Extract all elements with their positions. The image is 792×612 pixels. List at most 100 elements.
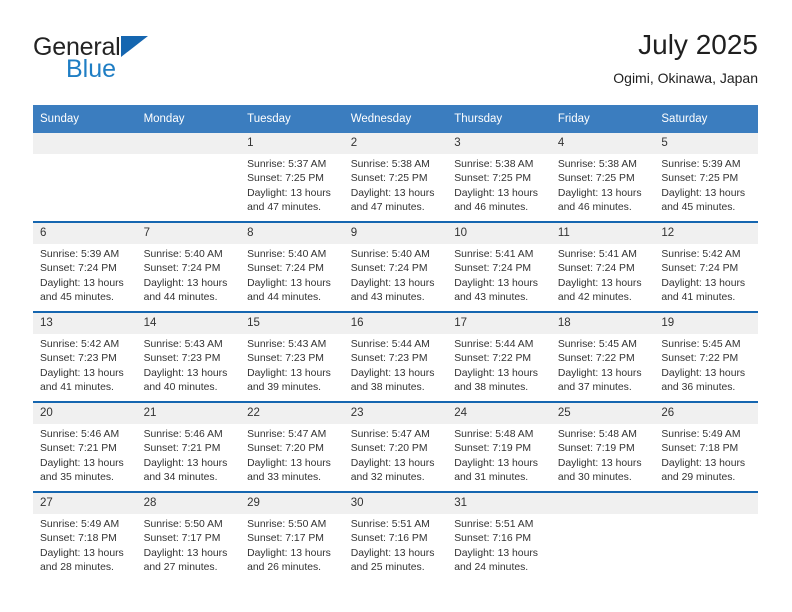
calendar-day-cell[interactable]: 27 Sunrise: 5:49 AM Sunset: 7:18 PM Dayligh…: [33, 491, 137, 581]
calendar-day-cell[interactable]: 17 Sunrise: 5:44 AM Sunset: 7:22 PM Dayligh…: [447, 311, 551, 402]
daylight-text: Daylight: 13 hours and 42 minutes.: [557, 277, 642, 304]
day-details: Sunrise: 5:44 AM Sunset: 7:23 PM Daylight:…: [344, 334, 448, 396]
sunset-text: Sunset: 7:23 PM: [143, 353, 221, 365]
day-details: Sunrise: 5:43 AM Sunset: 7:23 PM Daylight:…: [240, 334, 344, 396]
calendar-day-cell[interactable]: 20 Sunrise: 5:46 AM Sunset: 7:21 PM Dayligh…: [33, 401, 137, 492]
calendar-day-cell[interactable]: 8 Sunrise: 5:40 AM Sunset: 7:24 PM Daylight…: [240, 221, 344, 312]
day-details: Sunrise: 5:42 AM Sunset: 7:23 PM Daylight:…: [33, 334, 137, 396]
day-number: 11: [550, 223, 655, 244]
sunrise-text: Sunrise: 5:46 AM: [40, 429, 120, 440]
weekday-header-saturday: Saturday: [654, 105, 758, 133]
daylight-text: Daylight: 13 hours and 25 minutes.: [350, 547, 435, 574]
sunset-text: Sunset: 7:21 PM: [40, 443, 117, 455]
daylight-text: Daylight: 13 hours and 45 minutes.: [661, 187, 746, 214]
daylight-text: Daylight: 13 hours and 24 minutes.: [454, 547, 538, 574]
calendar-day-cell[interactable]: 15 Sunrise: 5:43 AM Sunset: 7:23 PM Dayligh…: [240, 311, 344, 402]
sunset-text: Sunset: 7:24 PM: [557, 263, 635, 275]
sunset-text: Sunset: 7:16 PM: [454, 533, 532, 545]
calendar-day-cell[interactable]: 21 Sunrise: 5:46 AM Sunset: 7:21 PM Dayligh…: [136, 401, 241, 492]
day-number: 3: [447, 133, 551, 154]
sunset-text: Sunset: 7:24 PM: [247, 263, 324, 275]
daylight-text: Daylight: 13 hours and 41 minutes.: [40, 367, 124, 394]
calendar-day-cell[interactable]: 16 Sunrise: 5:44 AM Sunset: 7:23 PM Dayligh…: [343, 311, 448, 402]
calendar-day-cell[interactable]: 19 Sunrise: 5:45 AM Sunset: 7:22 PM Dayligh…: [654, 311, 758, 402]
day-number: 24: [447, 403, 551, 424]
daylight-text: Daylight: 13 hours and 30 minutes.: [557, 457, 642, 484]
sunrise-text: Sunrise: 5:43 AM: [143, 339, 223, 350]
calendar-week-row: 6 Sunrise: 5:39 AM Sunset: 7:24 PM Daylight…: [33, 221, 758, 312]
day-number: 4: [550, 133, 655, 154]
calendar-day-cell[interactable]: 2 Sunrise: 5:38 AM Sunset: 7:25 PM Daylight…: [343, 133, 448, 222]
day-number: [654, 493, 758, 514]
triangle-icon: [120, 36, 148, 57]
calendar-day-cell[interactable]: 30 Sunrise: 5:51 AM Sunset: 7:16 PM Dayligh…: [343, 491, 448, 581]
sunset-text: Sunset: 7:24 PM: [350, 263, 428, 275]
calendar-week-row: 27 Sunrise: 5:49 AM Sunset: 7:18 PM Dayligh…: [33, 491, 758, 581]
sunrise-text: Sunrise: 5:39 AM: [661, 159, 741, 170]
sunset-text: Sunset: 7:22 PM: [557, 353, 635, 365]
page-subtitle: Ogimi, Okinawa, Japan: [613, 70, 758, 86]
sunset-text: Sunset: 7:22 PM: [661, 353, 739, 365]
daylight-text: Daylight: 13 hours and 47 minutes.: [247, 187, 331, 214]
calendar-day-cell[interactable]: 10 Sunrise: 5:41 AM Sunset: 7:24 PM Dayligh…: [447, 221, 551, 312]
day-details: Sunrise: 5:37 AM Sunset: 7:25 PM Daylight:…: [240, 154, 344, 216]
calendar-day-cell[interactable]: 5 Sunrise: 5:39 AM Sunset: 7:25 PM Daylight…: [654, 133, 758, 222]
day-details: Sunrise: 5:46 AM Sunset: 7:21 PM Daylight:…: [33, 424, 137, 486]
sunset-text: Sunset: 7:22 PM: [454, 353, 532, 365]
calendar-day-cell[interactable]: 28 Sunrise: 5:50 AM Sunset: 7:17 PM Dayligh…: [136, 491, 241, 581]
calendar-day-cell[interactable]: 4 Sunrise: 5:38 AM Sunset: 7:25 PM Daylight…: [550, 133, 655, 222]
day-details: Sunrise: 5:47 AM Sunset: 7:20 PM Daylight:…: [240, 424, 344, 486]
day-number: 18: [550, 313, 655, 334]
calendar-day-cell[interactable]: 26 Sunrise: 5:49 AM Sunset: 7:18 PM Dayligh…: [654, 401, 758, 492]
calendar-day-cell[interactable]: 24 Sunrise: 5:48 AM Sunset: 7:19 PM Dayligh…: [447, 401, 551, 492]
sunrise-text: Sunrise: 5:40 AM: [143, 249, 223, 260]
daylight-text: Daylight: 13 hours and 33 minutes.: [247, 457, 331, 484]
day-number: 28: [136, 493, 241, 514]
daylight-text: Daylight: 13 hours and 44 minutes.: [143, 277, 228, 304]
daylight-text: Daylight: 13 hours and 26 minutes.: [247, 547, 331, 574]
calendar-day-cell[interactable]: 6 Sunrise: 5:39 AM Sunset: 7:24 PM Daylight…: [33, 221, 137, 312]
calendar-day-cell[interactable]: 3 Sunrise: 5:38 AM Sunset: 7:25 PM Daylight…: [447, 133, 551, 222]
calendar-day-cell[interactable]: 12 Sunrise: 5:42 AM Sunset: 7:24 PM Dayligh…: [654, 221, 758, 312]
calendar-day-cell[interactable]: 23 Sunrise: 5:47 AM Sunset: 7:20 PM Dayligh…: [343, 401, 448, 492]
daylight-text: Daylight: 13 hours and 47 minutes.: [350, 187, 435, 214]
sunset-text: Sunset: 7:25 PM: [454, 173, 532, 185]
sunset-text: Sunset: 7:19 PM: [557, 443, 635, 455]
sunset-text: Sunset: 7:24 PM: [143, 263, 221, 275]
calendar-day-cell[interactable]: 22 Sunrise: 5:47 AM Sunset: 7:20 PM Dayligh…: [240, 401, 344, 492]
weekday-header-sunday: Sunday: [33, 105, 137, 133]
calendar-day-cell[interactable]: 13 Sunrise: 5:42 AM Sunset: 7:23 PM Dayligh…: [33, 311, 137, 402]
daylight-text: Daylight: 13 hours and 46 minutes.: [454, 187, 538, 214]
daylight-text: Daylight: 13 hours and 40 minutes.: [143, 367, 228, 394]
calendar-day-cell[interactable]: 11 Sunrise: 5:41 AM Sunset: 7:24 PM Dayligh…: [550, 221, 655, 312]
day-details: Sunrise: 5:40 AM Sunset: 7:24 PM Daylight:…: [240, 244, 344, 306]
calendar-day-cell[interactable]: 7 Sunrise: 5:40 AM Sunset: 7:24 PM Daylight…: [136, 221, 241, 312]
calendar-day-cell[interactable]: 25 Sunrise: 5:48 AM Sunset: 7:19 PM Dayligh…: [550, 401, 655, 492]
day-number: 10: [447, 223, 551, 244]
day-details: Sunrise: 5:48 AM Sunset: 7:19 PM Daylight:…: [551, 424, 655, 486]
daylight-text: Daylight: 13 hours and 29 minutes.: [661, 457, 746, 484]
sunrise-text: Sunrise: 5:42 AM: [661, 249, 741, 260]
sunrise-text: Sunrise: 5:41 AM: [454, 249, 534, 260]
weekday-header-friday: Friday: [550, 105, 655, 133]
day-number: 30: [343, 493, 448, 514]
day-details: Sunrise: 5:49 AM Sunset: 7:18 PM Daylight:…: [654, 424, 758, 486]
sunrise-text: Sunrise: 5:44 AM: [350, 339, 430, 350]
sunset-text: Sunset: 7:17 PM: [143, 533, 221, 545]
day-details: Sunrise: 5:51 AM Sunset: 7:16 PM Daylight:…: [447, 514, 551, 576]
calendar-day-cell[interactable]: 29 Sunrise: 5:50 AM Sunset: 7:17 PM Dayligh…: [240, 491, 344, 581]
daylight-text: Daylight: 13 hours and 34 minutes.: [143, 457, 228, 484]
sunrise-text: Sunrise: 5:46 AM: [143, 429, 223, 440]
calendar-day-cell[interactable]: 31 Sunrise: 5:51 AM Sunset: 7:16 PM Dayligh…: [447, 491, 551, 581]
calendar-day-cell[interactable]: 18 Sunrise: 5:45 AM Sunset: 7:22 PM Dayligh…: [550, 311, 655, 402]
calendar-day-cell[interactable]: 14 Sunrise: 5:43 AM Sunset: 7:23 PM Dayligh…: [136, 311, 241, 402]
calendar-day-cell[interactable]: 1 Sunrise: 5:37 AM Sunset: 7:25 PM Daylight…: [240, 133, 344, 222]
calendar-day-cell[interactable]: 9 Sunrise: 5:40 AM Sunset: 7:24 PM Daylight…: [343, 221, 448, 312]
daylight-text: Daylight: 13 hours and 31 minutes.: [454, 457, 538, 484]
sunrise-text: Sunrise: 5:49 AM: [661, 429, 741, 440]
day-details: Sunrise: 5:46 AM Sunset: 7:21 PM Daylight:…: [137, 424, 241, 486]
sunrise-text: Sunrise: 5:43 AM: [247, 339, 327, 350]
day-number: 21: [136, 403, 241, 424]
sunrise-text: Sunrise: 5:38 AM: [454, 159, 534, 170]
day-number: 29: [240, 493, 344, 514]
